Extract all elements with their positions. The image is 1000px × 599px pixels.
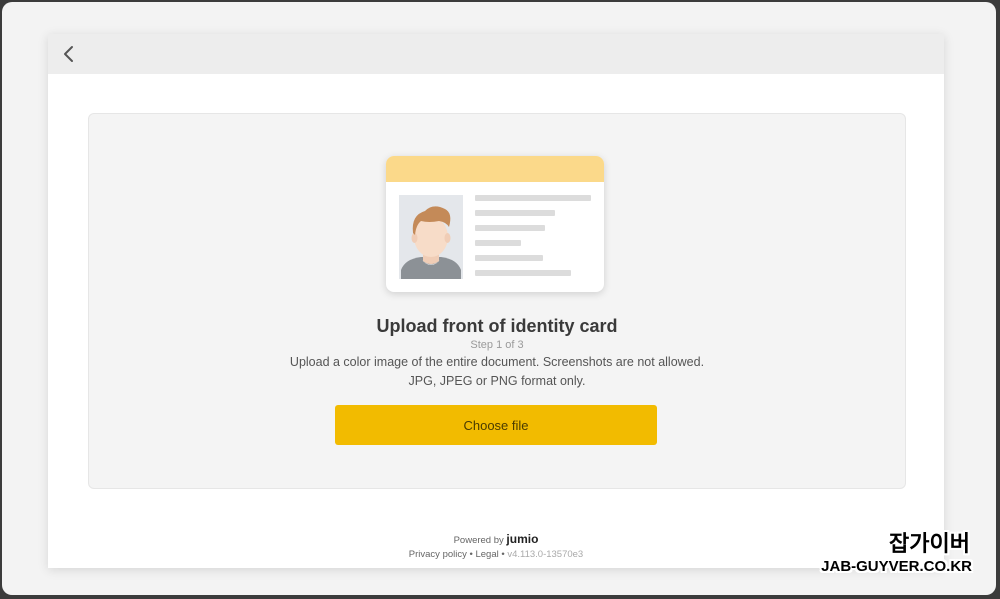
separator: • [501,549,505,560]
id-card-header [386,156,604,182]
version-label: v4.113.0-13570e3 [507,549,584,560]
chevron-left-icon [64,46,73,62]
watermark-url: JAB-GUYVER.CO.KR [821,558,972,575]
upload-instructions: Upload a color image of the entire docum… [289,355,705,388]
jumio-logo: jumio [506,532,539,546]
page-title: Upload front of identity card [376,316,618,336]
id-text-line [475,195,591,201]
id-card-icon [386,156,604,292]
privacy-policy-link[interactable]: Privacy policy [409,549,467,560]
separator: • [469,549,473,560]
id-text-line [475,210,555,216]
id-text-line [475,240,521,246]
id-text-line [475,270,571,276]
powered-by-label: Powered by [453,535,504,546]
id-photo-avatar [399,195,463,279]
upload-window: Upload front of identity card Step 1 of … [48,34,944,568]
watermark-korean: 잡가이버 [889,531,970,556]
screenshot-frame: Upload front of identity card Step 1 of … [2,2,996,595]
id-text-line [475,255,543,261]
back-button[interactable] [56,40,84,68]
legal-link[interactable]: Legal [475,549,498,560]
top-bar [48,34,944,74]
step-indicator: Step 1 of 3 [470,339,524,351]
powered-by: Powered by jumio [48,532,944,546]
id-text-line [475,225,545,231]
person-icon [401,206,461,279]
upload-panel: Upload front of identity card Step 1 of … [88,113,906,489]
choose-file-button[interactable]: Choose file [335,405,657,445]
